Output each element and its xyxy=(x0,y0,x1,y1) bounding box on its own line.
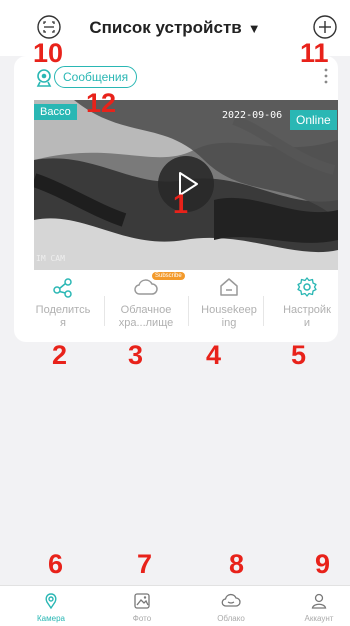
share-label: Поделитсь я xyxy=(35,304,91,329)
subscribe-badge: Subscribe xyxy=(152,272,185,280)
page-title[interactable]: Список устройств ▼ xyxy=(0,18,350,38)
marker-3: 3 xyxy=(128,340,144,370)
messages-button[interactable]: Сообщения xyxy=(54,66,138,88)
marker-4: 4 xyxy=(206,340,222,370)
tab-cloud-label: Облако xyxy=(217,614,245,623)
bottom-tab-bar: Камера Фото Облако Аккаунт xyxy=(0,585,350,626)
photo-icon xyxy=(134,593,150,609)
cloud-tab-icon xyxy=(221,593,241,607)
tab-photo[interactable]: Фото xyxy=(107,592,177,623)
settings-button[interactable]: Настройк и xyxy=(268,275,346,330)
preview-timestamp: 2022-09-06 xyxy=(222,110,283,121)
tab-account-label: Аккаунт xyxy=(304,614,334,623)
marker-2: 2 xyxy=(52,340,68,370)
share-icon xyxy=(53,278,72,298)
tab-account[interactable]: Аккаунт xyxy=(284,592,350,623)
marker-12: 12 xyxy=(86,88,117,118)
account-icon xyxy=(311,593,327,609)
page-title-text: Список устройств xyxy=(89,18,242,37)
marker-8: 8 xyxy=(229,549,245,579)
tab-camera-label: Камера xyxy=(37,614,65,623)
preview-watermark: IM CAM xyxy=(36,254,65,263)
tab-camera[interactable]: Камера xyxy=(16,592,86,623)
camera-tab-icon xyxy=(45,593,57,610)
gear-icon xyxy=(297,277,317,297)
divider xyxy=(263,296,264,326)
add-icon[interactable] xyxy=(312,14,338,40)
cloud-storage-button[interactable]: Облачное хра...лище xyxy=(107,275,185,330)
chevron-down-icon: ▼ xyxy=(247,21,261,36)
marker-5: 5 xyxy=(291,340,307,370)
camera-device-icon xyxy=(36,69,52,87)
share-button[interactable]: Поделитсь я xyxy=(24,275,102,330)
marker-10: 10 xyxy=(33,38,64,68)
marker-7: 7 xyxy=(137,549,153,579)
marker-6: 6 xyxy=(48,549,64,579)
marker-11: 11 xyxy=(300,38,329,68)
settings-label: Настройк и xyxy=(283,304,331,329)
housekeeping-button[interactable]: Housekeep ing xyxy=(190,275,268,330)
more-options-icon[interactable] xyxy=(323,67,329,85)
status-badge: Online xyxy=(290,110,337,130)
device-name-tag: Вассо xyxy=(34,104,77,120)
divider xyxy=(188,296,189,326)
housekeeping-label: Housekeep ing xyxy=(201,304,257,329)
marker-1: 1 xyxy=(173,189,189,219)
tab-photo-label: Фото xyxy=(132,614,152,623)
home-icon xyxy=(220,278,238,296)
tab-cloud[interactable]: Облако xyxy=(196,592,266,623)
marker-9: 9 xyxy=(315,549,331,579)
cloud-storage-label: Облачное хра...лище xyxy=(118,304,174,329)
divider xyxy=(104,296,105,326)
